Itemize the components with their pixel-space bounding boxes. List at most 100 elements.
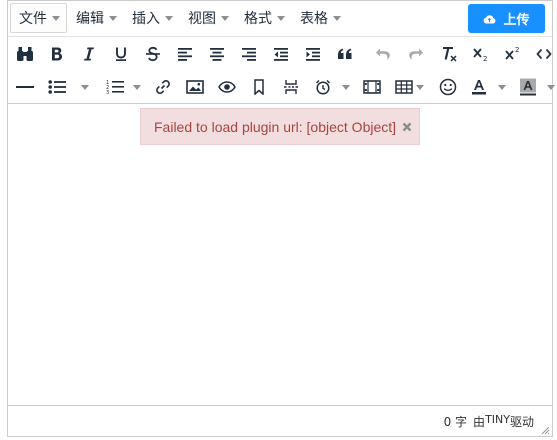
indent-button[interactable]	[298, 37, 328, 71]
italic-icon	[84, 47, 94, 61]
horizontal-rule-button[interactable]	[10, 70, 40, 104]
branding-link[interactable]: TINY	[485, 413, 510, 426]
menu-format-label: 格式	[244, 11, 272, 27]
smiley-icon	[439, 78, 457, 96]
toolbar-row-1: 2 2	[8, 36, 552, 70]
bullet-list-dropdown-icon[interactable]	[81, 85, 89, 90]
menu-file-label: 文件	[19, 11, 47, 27]
bookmark-button[interactable]	[244, 70, 274, 104]
superscript-button[interactable]: 2	[498, 37, 528, 71]
table-icon	[395, 80, 413, 94]
resize-handle-icon[interactable]	[541, 426, 550, 435]
background-color-dropdown-icon[interactable]	[547, 85, 555, 90]
bold-icon	[52, 47, 62, 61]
film-icon	[363, 80, 381, 94]
chevron-down-icon	[277, 15, 285, 21]
eye-icon	[218, 81, 236, 93]
cloud-upload-icon	[484, 14, 496, 23]
text-color-icon	[472, 80, 486, 95]
table-button[interactable]	[389, 70, 419, 104]
page-break-icon	[284, 80, 298, 94]
subscript-button[interactable]: 2	[466, 37, 496, 71]
menu-table-label: 表格	[300, 11, 328, 27]
align-center-button[interactable]	[202, 37, 232, 71]
subscript-icon: 2	[473, 48, 487, 62]
menu-edit-label: 编辑	[76, 11, 104, 27]
superscript-icon: 2	[505, 46, 519, 60]
close-icon	[402, 122, 412, 131]
underline-button[interactable]	[106, 37, 136, 71]
word-count[interactable]: 0 字	[444, 413, 467, 430]
link-icon	[156, 80, 170, 94]
find-replace-button[interactable]	[10, 37, 40, 71]
align-center-icon	[210, 48, 224, 61]
insert-datetime-button[interactable]	[308, 70, 338, 104]
branding-suffix: 驱动	[509, 415, 534, 429]
rich-text-editor: 文件 编辑 插入 视图 格式 表格 上传 2 2 1 2 3 0 字 由 TIN…	[7, 0, 555, 437]
redo-button[interactable]	[401, 37, 431, 71]
align-left-button[interactable]	[170, 37, 200, 71]
error-notification: Failed to load plugin url: [object Objec…	[140, 108, 420, 145]
indent-icon	[306, 48, 320, 61]
preview-button[interactable]	[212, 70, 242, 104]
menubar: 文件 编辑 插入 视图 格式 表格 上传	[8, 1, 552, 35]
strikethrough-button[interactable]	[138, 37, 168, 71]
bullet-list-button[interactable]	[42, 70, 72, 104]
menu-edit[interactable]: 编辑	[68, 3, 123, 33]
underline-icon	[116, 47, 126, 61]
toolbar-row-2: 1 2 3	[8, 70, 555, 104]
svg-text:2: 2	[483, 55, 487, 62]
undo-icon	[376, 48, 390, 60]
code-icon	[536, 48, 552, 60]
statusbar: 0 字 由 TINY 驱动	[8, 405, 552, 437]
italic-button[interactable]	[74, 37, 104, 71]
chevron-down-icon	[52, 15, 60, 21]
datetime-dropdown-icon[interactable]	[342, 85, 350, 90]
background-color-button[interactable]	[513, 70, 543, 104]
menu-format[interactable]: 格式	[236, 3, 291, 33]
branding-prefix: 由	[473, 415, 486, 429]
menu-insert[interactable]: 插入	[124, 3, 179, 33]
table-dropdown-icon[interactable]	[416, 85, 424, 90]
numbered-list-button[interactable]: 1 2 3	[100, 70, 130, 104]
outdent-icon	[274, 48, 288, 61]
close-notification-button[interactable]	[400, 120, 414, 134]
align-right-button[interactable]	[234, 37, 264, 71]
blockquote-button[interactable]	[330, 37, 360, 71]
menu-view-label: 视图	[188, 11, 216, 27]
text-color-button[interactable]	[464, 70, 494, 104]
align-right-icon	[242, 48, 256, 61]
remove-format-icon	[443, 47, 457, 62]
upload-button[interactable]: 上传	[468, 4, 545, 33]
image-icon	[186, 80, 204, 94]
strikethrough-icon	[146, 46, 160, 62]
align-left-icon	[178, 48, 192, 61]
source-code-button[interactable]	[529, 37, 557, 71]
chevron-down-icon	[333, 15, 341, 21]
svg-text:2: 2	[515, 46, 519, 54]
horizontal-rule-icon	[16, 86, 34, 88]
blockquote-icon	[338, 48, 352, 59]
chevron-down-icon	[109, 15, 117, 21]
emoticons-button[interactable]	[433, 70, 463, 104]
numbered-list-dropdown-icon[interactable]	[133, 85, 141, 90]
numbered-list-icon: 1 2 3	[106, 80, 124, 95]
chevron-down-icon	[221, 15, 229, 21]
link-button[interactable]	[148, 70, 178, 104]
image-button[interactable]	[180, 70, 210, 104]
page-break-button[interactable]	[276, 70, 306, 104]
menu-view[interactable]: 视图	[180, 3, 235, 33]
background-color-icon	[520, 78, 536, 96]
outdent-button[interactable]	[266, 37, 296, 71]
remove-format-button[interactable]	[434, 37, 464, 71]
binoculars-icon	[17, 47, 33, 61]
redo-icon	[409, 48, 423, 60]
svg-text:3: 3	[106, 90, 109, 95]
text-color-dropdown-icon[interactable]	[498, 85, 506, 90]
undo-button[interactable]	[368, 37, 398, 71]
menu-file[interactable]: 文件	[10, 3, 67, 33]
bold-button[interactable]	[42, 37, 72, 71]
menu-table[interactable]: 表格	[292, 3, 347, 33]
editor-content-area[interactable]	[9, 105, 553, 405]
media-button[interactable]	[357, 70, 387, 104]
